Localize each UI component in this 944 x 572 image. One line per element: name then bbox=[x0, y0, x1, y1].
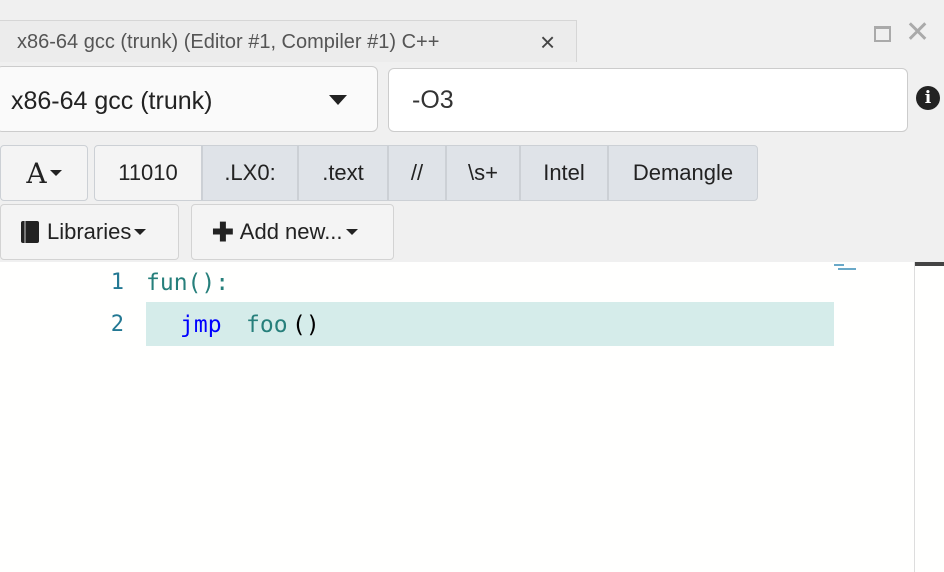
filter-whitespace-button[interactable]: \s+ bbox=[446, 145, 520, 201]
compiler-options-input[interactable] bbox=[388, 68, 908, 132]
chevron-down-icon bbox=[345, 229, 358, 235]
tab-close-icon[interactable]: × bbox=[540, 27, 555, 58]
scrollbar-track[interactable] bbox=[914, 262, 915, 572]
font-icon: A bbox=[26, 156, 47, 190]
asm-operand: foo bbox=[246, 312, 288, 338]
tab-strip: x86-64 gcc (trunk) (Editor #1, Compiler … bbox=[0, 0, 944, 62]
minimap[interactable] bbox=[834, 264, 858, 272]
scrollbar-thumb[interactable] bbox=[914, 262, 944, 266]
asm-instruction: jmp bbox=[180, 312, 222, 338]
asm-operand-parens: () bbox=[292, 312, 320, 338]
libraries-label: Libraries bbox=[47, 219, 132, 244]
tab-title: x86-64 gcc (trunk) (Editor #1, Compiler … bbox=[17, 31, 440, 53]
compiler-toolbar: x86-64 gcc (trunk) bbox=[0, 62, 944, 140]
assembly-output-editor[interactable]: 1 fun(): 2 jmp foo () bbox=[0, 262, 944, 572]
libraries-toolbar: Libraries ✚ Add new... bbox=[0, 202, 944, 262]
line-number: 1 bbox=[110, 270, 124, 295]
compiler-picker-label: x86-64 gcc (trunk) bbox=[11, 87, 213, 115]
maximize-icon[interactable] bbox=[874, 26, 891, 42]
filter-directives-button[interactable]: .text bbox=[298, 145, 388, 201]
add-new-button[interactable]: ✚ Add new... bbox=[191, 204, 394, 260]
intel-syntax-button[interactable]: Intel bbox=[520, 145, 608, 201]
filter-binary-button[interactable]: 11010 bbox=[94, 145, 202, 201]
compiler-tab[interactable]: x86-64 gcc (trunk) (Editor #1, Compiler … bbox=[0, 20, 577, 62]
font-size-button[interactable]: A bbox=[0, 145, 88, 201]
line-number: 2 bbox=[110, 312, 124, 337]
chevron-down-icon bbox=[49, 170, 62, 176]
close-pane-icon[interactable]: ✕ bbox=[905, 18, 930, 48]
filter-toolbar: A 11010 .LX0: .text // \s+ Intel Demangl… bbox=[0, 140, 944, 202]
chevron-down-icon bbox=[134, 229, 147, 235]
chevron-down-icon bbox=[329, 95, 347, 105]
libraries-button[interactable]: Libraries bbox=[0, 204, 179, 260]
add-new-label: Add new... bbox=[239, 219, 343, 244]
code-line: 1 fun(): bbox=[0, 262, 834, 306]
asm-label: fun(): bbox=[146, 270, 230, 296]
compiler-picker[interactable]: x86-64 gcc (trunk) bbox=[0, 66, 378, 132]
demangle-button[interactable]: Demangle bbox=[608, 145, 758, 201]
plus-icon: ✚ bbox=[212, 216, 234, 247]
filter-labels-button[interactable]: .LX0: bbox=[202, 145, 298, 201]
info-icon[interactable]: i bbox=[916, 86, 940, 110]
code-line: 2 jmp foo () bbox=[0, 302, 834, 346]
book-icon bbox=[21, 221, 39, 243]
filter-comments-button[interactable]: // bbox=[388, 145, 446, 201]
